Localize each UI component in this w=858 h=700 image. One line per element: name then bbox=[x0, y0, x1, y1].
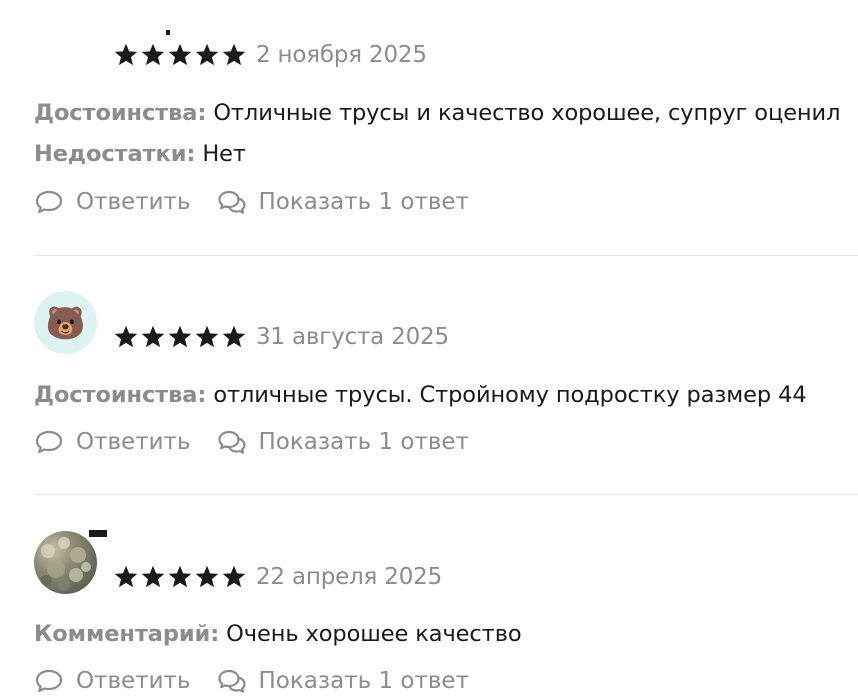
two-speech-bubbles-icon bbox=[217, 668, 253, 694]
comment-label: Комментарий: bbox=[34, 621, 220, 647]
comment-text: Очень хорошее качество bbox=[226, 621, 522, 647]
star-icon bbox=[168, 325, 192, 348]
speech-bubble-icon bbox=[34, 668, 70, 694]
review-divider bbox=[34, 494, 858, 495]
speech-bubble-icon bbox=[34, 189, 70, 215]
star-icon bbox=[222, 43, 246, 66]
review-actions: Ответить Показать 1 ответ bbox=[34, 427, 469, 457]
review-pros: Достоинства: отличные трусы. Стройному п… bbox=[34, 380, 807, 410]
reply-button[interactable]: Ответить bbox=[34, 429, 191, 455]
star-rating bbox=[113, 564, 247, 590]
star-icon bbox=[141, 565, 165, 588]
reply-button[interactable]: Ответить bbox=[34, 189, 191, 215]
star-icon bbox=[195, 325, 219, 348]
avatar: 🐻 bbox=[34, 291, 97, 354]
bear-face-icon: 🐻 bbox=[45, 303, 86, 342]
reply-button[interactable]: Ответить bbox=[34, 668, 191, 694]
star-icon bbox=[114, 565, 138, 588]
two-speech-bubbles-icon bbox=[217, 429, 253, 455]
star-icon bbox=[141, 43, 165, 66]
avatar bbox=[34, 531, 97, 594]
reviewer-name-redacted bbox=[166, 30, 170, 35]
speech-bubble-icon bbox=[34, 429, 70, 455]
review-cons: Недостатки: Нет bbox=[34, 139, 246, 169]
star-icon bbox=[195, 565, 219, 588]
star-icon bbox=[141, 325, 165, 348]
review-date: 31 августа 2025 bbox=[256, 324, 449, 350]
reply-label: Ответить bbox=[76, 429, 191, 455]
two-speech-bubbles-icon bbox=[217, 189, 253, 215]
cons-label: Недостатки: bbox=[34, 141, 196, 167]
star-icon bbox=[168, 43, 192, 66]
rating-row: 2 ноября 2025 bbox=[113, 41, 427, 69]
pros-label: Достоинства: bbox=[34, 100, 207, 126]
pros-label: Достоинства: bbox=[34, 382, 207, 408]
reply-label: Ответить bbox=[76, 189, 191, 215]
avatar-photo-image bbox=[40, 537, 91, 591]
review-date: 2 ноября 2025 bbox=[256, 42, 427, 68]
star-rating bbox=[113, 324, 247, 350]
review-pros: Достоинства: Отличные трусы и качество х… bbox=[34, 98, 840, 128]
show-replies-label: Показать 1 ответ bbox=[258, 429, 469, 455]
review-actions: Ответить Показать 1 ответ bbox=[34, 666, 469, 696]
rating-row: 22 апреля 2025 bbox=[113, 563, 442, 591]
show-replies-label: Показать 1 ответ bbox=[258, 668, 469, 694]
star-icon bbox=[168, 565, 192, 588]
pros-text: отличные трусы. Стройному подростку разм… bbox=[213, 382, 807, 408]
star-icon bbox=[195, 43, 219, 66]
star-icon bbox=[222, 565, 246, 588]
star-icon bbox=[222, 325, 246, 348]
show-replies-button[interactable]: Показать 1 ответ bbox=[217, 189, 469, 215]
star-icon bbox=[114, 43, 138, 66]
reviewer-name-redacted bbox=[89, 530, 107, 537]
reply-label: Ответить bbox=[76, 668, 191, 694]
star-rating bbox=[113, 42, 247, 68]
show-replies-label: Показать 1 ответ bbox=[258, 189, 469, 215]
rating-row: 31 августа 2025 bbox=[113, 323, 449, 351]
cons-text: Нет bbox=[202, 141, 246, 167]
show-replies-button[interactable]: Показать 1 ответ bbox=[217, 429, 469, 455]
pros-text: Отличные трусы и качество хорошее, супру… bbox=[213, 100, 841, 126]
star-icon bbox=[114, 325, 138, 348]
review-divider bbox=[34, 255, 858, 256]
review-date: 22 апреля 2025 bbox=[256, 564, 443, 590]
review-comment: Комментарий: Очень хорошее качество bbox=[34, 619, 522, 649]
review-actions: Ответить Показать 1 ответ bbox=[34, 187, 469, 217]
show-replies-button[interactable]: Показать 1 ответ bbox=[217, 668, 469, 694]
